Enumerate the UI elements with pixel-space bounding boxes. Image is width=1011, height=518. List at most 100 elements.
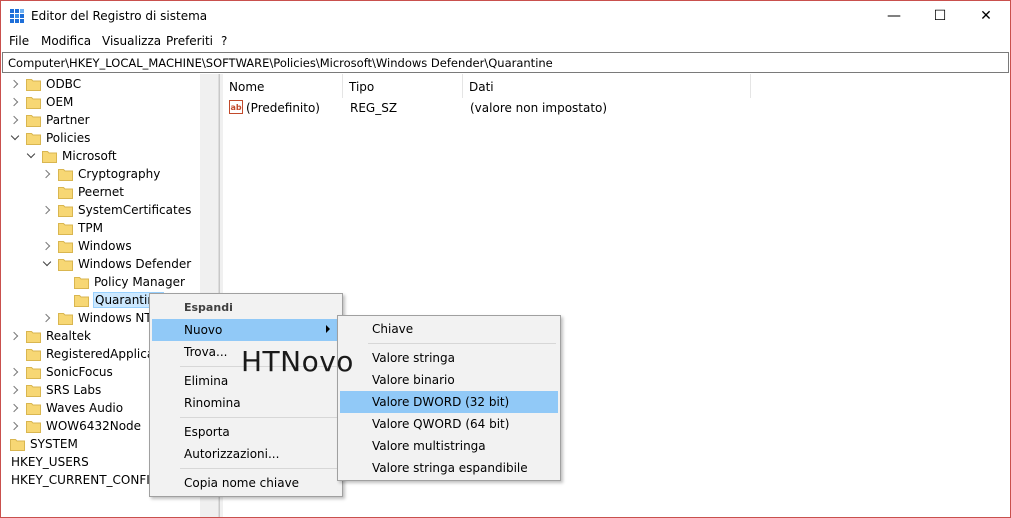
tree-item-label: Realtek — [46, 329, 91, 343]
ctx-autorizzazioni[interactable]: Autorizzazioni... — [152, 443, 340, 465]
ctx-esporta[interactable]: Esporta — [152, 421, 340, 443]
folder-icon — [58, 186, 73, 199]
context-menu: Espandi Nuovo Trova... Elimina Rinomina … — [149, 293, 343, 497]
chevron-right-icon[interactable] — [10, 421, 20, 431]
tree-item-label: SonicFocus — [46, 365, 113, 379]
tree-item[interactable]: HKEY_CURRENT_CONFIG — [2, 471, 160, 489]
folder-icon — [42, 150, 57, 163]
menu-modifica[interactable]: Modifica — [41, 34, 91, 48]
folder-icon — [58, 222, 73, 235]
ctx-rinomina[interactable]: Rinomina — [152, 392, 340, 414]
tree-item[interactable]: ODBC — [10, 75, 82, 93]
address-path: Computer\HKEY_LOCAL_MACHINE\SOFTWARE\Pol… — [8, 56, 553, 70]
tree-item-label: Waves Audio — [46, 401, 124, 415]
maximize-button[interactable]: ☐ — [917, 1, 963, 31]
tree-item[interactable]: Cryptography — [42, 165, 161, 183]
folder-icon — [26, 96, 41, 109]
menu-visualizza[interactable]: Visualizza — [102, 34, 161, 48]
sub-valore-binario[interactable]: Valore binario — [340, 369, 558, 391]
chevron-right-icon[interactable] — [42, 313, 52, 323]
submenu-arrow-icon — [326, 325, 330, 333]
chevron-right-icon[interactable] — [10, 385, 20, 395]
tree-item[interactable]: HKEY_USERS — [2, 453, 90, 471]
tree-item-label: OEM — [46, 95, 74, 109]
ctx-separator — [180, 468, 338, 469]
chevron-right-icon[interactable] — [10, 115, 20, 125]
folder-icon — [26, 384, 41, 397]
ctx-espandi[interactable]: Espandi — [152, 297, 340, 319]
folder-icon — [58, 258, 73, 271]
folder-icon — [58, 204, 73, 217]
minimize-button[interactable]: — — [871, 1, 917, 31]
tree-item[interactable]: SonicFocus — [10, 363, 114, 381]
ctx-copia-nome-chiave[interactable]: Copia nome chiave — [152, 472, 340, 494]
tree-item[interactable]: OEM — [10, 93, 74, 111]
watermark: HTNovo — [241, 345, 354, 378]
tree-item[interactable]: WOW6432Node — [10, 417, 142, 435]
tree-item-label: HKEY_USERS — [11, 455, 89, 469]
folder-icon — [26, 330, 41, 343]
tree-item[interactable]: Realtek — [10, 327, 92, 345]
close-button[interactable]: ✕ — [963, 1, 1009, 31]
chevron-down-icon[interactable] — [42, 259, 52, 269]
chevron-right-icon[interactable] — [10, 97, 20, 107]
title-bar: Editor del Registro di sistema — ☐ ✕ — [1, 1, 1010, 31]
tree-item[interactable]: Windows Defender — [42, 255, 192, 273]
menu-file[interactable]: File — [9, 34, 29, 48]
chevron-down-icon[interactable] — [26, 151, 36, 161]
menu-help[interactable]: ? — [221, 34, 227, 48]
tree-item-label: ODBC — [46, 77, 82, 91]
sub-valore-stringa-espandibile[interactable]: Valore stringa espandibile — [340, 457, 558, 479]
folder-icon — [26, 402, 41, 415]
svg-text:ab: ab — [231, 103, 242, 112]
tree-item[interactable]: Windows NT — [42, 309, 153, 327]
tree-item[interactable]: TPM — [42, 219, 104, 237]
chevron-right-icon[interactable] — [42, 169, 52, 179]
folder-icon — [58, 168, 73, 181]
chevron-right-icon[interactable] — [10, 367, 20, 377]
sub-valore-dword[interactable]: Valore DWORD (32 bit) — [340, 391, 558, 413]
column-header-tipo[interactable]: Tipo — [343, 74, 463, 98]
chevron-down-icon[interactable] — [10, 133, 20, 143]
folder-icon — [26, 78, 41, 91]
folder-icon — [26, 366, 41, 379]
chevron-right-icon[interactable] — [42, 205, 52, 215]
folder-icon — [26, 348, 41, 361]
ctx-nuovo[interactable]: Nuovo — [152, 319, 340, 341]
folder-icon — [26, 132, 41, 145]
tree-item[interactable]: SYSTEM — [2, 435, 79, 453]
tree-item-label: SRS Labs — [46, 383, 102, 397]
tree-item-label: Cryptography — [78, 167, 161, 181]
folder-icon — [58, 240, 73, 253]
tree-item[interactable]: Microsoft — [26, 147, 118, 165]
chevron-right-icon[interactable] — [42, 241, 52, 251]
sub-valore-multistringa[interactable]: Valore multistringa — [340, 435, 558, 457]
chevron-right-icon[interactable] — [10, 331, 20, 341]
tree-item[interactable]: SystemCertificates — [42, 201, 192, 219]
folder-icon — [74, 294, 89, 307]
tree-item[interactable]: Policies — [10, 129, 91, 147]
tree-item[interactable]: Policy Manager — [58, 273, 186, 291]
chevron-right-icon[interactable] — [10, 79, 20, 89]
value-row[interactable]: ab (Predefinito) REG_SZ (valore non impo… — [223, 99, 751, 119]
sub-chiave[interactable]: Chiave — [340, 318, 558, 340]
tree-item-label: HKEY_CURRENT_CONFIG — [11, 473, 160, 487]
chevron-right-icon[interactable] — [10, 403, 20, 413]
tree-item[interactable]: Partner — [10, 111, 91, 129]
column-header-nome[interactable]: Nome — [223, 74, 343, 98]
string-value-icon: ab — [229, 100, 243, 114]
address-bar[interactable]: Computer\HKEY_LOCAL_MACHINE\SOFTWARE\Pol… — [2, 52, 1009, 73]
column-header-dati[interactable]: Dati — [463, 74, 751, 98]
tree-item[interactable]: Waves Audio — [10, 399, 124, 417]
tree-item[interactable]: Windows — [42, 237, 133, 255]
sub-valore-stringa[interactable]: Valore stringa — [340, 347, 558, 369]
tree-item[interactable]: Peernet — [42, 183, 125, 201]
sub-valore-qword[interactable]: Valore QWORD (64 bit) — [340, 413, 558, 435]
menu-preferiti[interactable]: Preferiti — [166, 34, 213, 48]
tree-item-label: Microsoft — [62, 149, 117, 163]
folder-icon — [10, 438, 25, 451]
tree-item[interactable]: SRS Labs — [10, 381, 102, 399]
